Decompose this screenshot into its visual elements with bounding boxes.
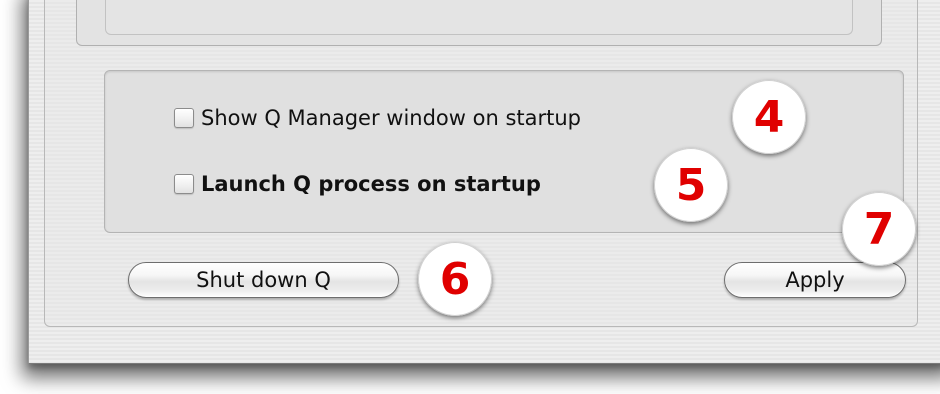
launch-process-option[interactable]: Launch Q process on startup xyxy=(174,172,541,196)
callout-6: 6 xyxy=(418,242,492,316)
show-manager-option[interactable]: Show Q Manager window on startup xyxy=(174,106,581,130)
launch-process-checkbox[interactable] xyxy=(174,174,194,194)
callout-4: 4 xyxy=(732,80,806,154)
callout-5: 5 xyxy=(654,148,728,222)
show-manager-checkbox[interactable] xyxy=(174,108,194,128)
screenshot-stage: Show Q Manager window on startup Launch … xyxy=(0,0,940,394)
shut-down-button[interactable]: Shut down Q xyxy=(128,262,399,298)
apply-button[interactable]: Apply xyxy=(724,262,906,298)
launch-process-label: Launch Q process on startup xyxy=(201,172,541,196)
upper-list-inner-panel xyxy=(105,0,853,35)
show-manager-label: Show Q Manager window on startup xyxy=(201,106,581,130)
callout-7: 7 xyxy=(842,192,916,266)
